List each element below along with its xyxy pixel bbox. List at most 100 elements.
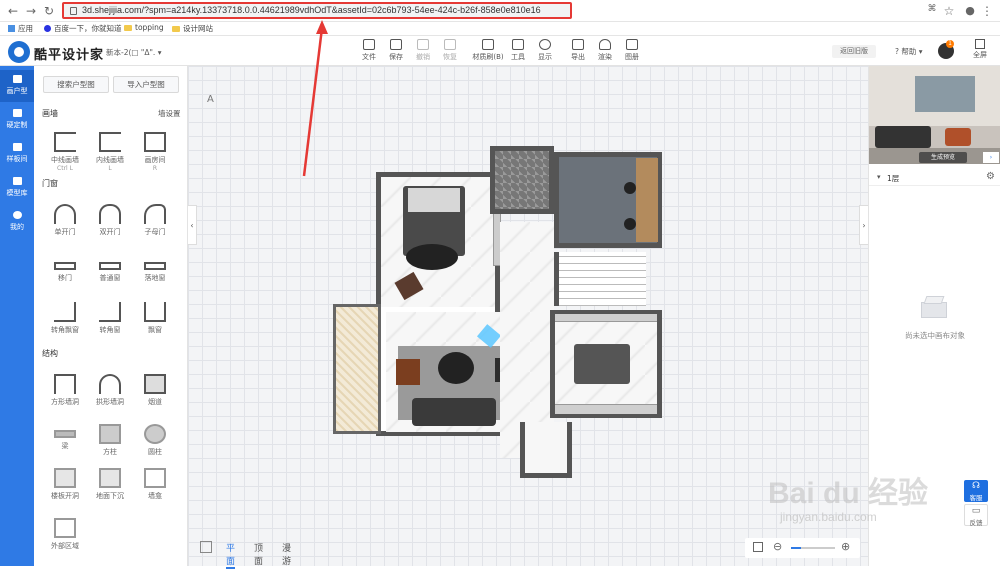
bay-window-tool[interactable]: 飘窗	[135, 302, 175, 335]
floor-selector[interactable]: ▾ 1层 ⚙	[869, 170, 1000, 186]
arch-opening-tool[interactable]: 拱形墙洞	[90, 374, 130, 407]
double-door-icon	[99, 204, 121, 224]
bookmark-topping[interactable]: topping	[124, 23, 164, 32]
rail-item-showroom[interactable]: 样板间	[0, 138, 34, 170]
draw-room-tool[interactable]: 画房间 R	[135, 132, 175, 172]
render-button[interactable]: 渲染	[592, 39, 618, 62]
square-column-tool[interactable]: 方柱	[90, 424, 130, 457]
entrance[interactable]	[520, 422, 572, 478]
chevron-down-icon: ▾	[157, 48, 162, 57]
staircase[interactable]	[554, 252, 646, 306]
floor-sink-tool[interactable]: 地面下沉	[90, 468, 130, 501]
logo-icon	[8, 41, 30, 63]
bookmark-star-icon[interactable]: ☆	[942, 4, 956, 18]
single-door-tool[interactable]: 单开门	[45, 204, 85, 237]
rail-item-mine[interactable]: 我的	[0, 206, 34, 238]
layers-icon[interactable]	[200, 541, 212, 553]
help-icon: ?	[895, 47, 899, 56]
watermark-url: jingyan.baidu.com	[780, 510, 877, 524]
document-title[interactable]: 新本-2(□ "Δ". ▾	[106, 47, 161, 58]
balcony[interactable]	[333, 304, 381, 434]
album-button[interactable]: 图册	[619, 39, 645, 62]
collapse-left-panel-button[interactable]: ‹	[188, 205, 197, 245]
design-canvas[interactable]	[188, 66, 868, 566]
gear-icon[interactable]: ⚙	[986, 171, 995, 182]
floor-opening-icon	[54, 468, 76, 488]
teapot-icon	[599, 39, 611, 50]
translate-icon[interactable]: ⌘	[925, 4, 939, 14]
zoom-in-icon[interactable]: ⊕	[841, 540, 850, 553]
3d-preview[interactable]: 生成预览 ›	[869, 66, 1000, 164]
floor-window-tool[interactable]: 落地窗	[135, 256, 175, 283]
double-door-tool[interactable]: 双开门	[90, 204, 130, 237]
rail-item-draw-floorplan[interactable]: 画户型	[0, 70, 34, 102]
preview-expand-button[interactable]: ›	[983, 152, 999, 163]
cube-icon	[12, 177, 22, 185]
bathroom[interactable]	[490, 146, 554, 214]
view-mode-walkthrough[interactable]: 漫游	[282, 541, 291, 567]
profile-icon[interactable]: ●	[963, 4, 977, 17]
back-to-old-version-button[interactable]: 返回旧版	[832, 45, 876, 58]
office-chair[interactable]	[624, 218, 636, 230]
external-area-tool[interactable]: 外部区域	[45, 518, 85, 551]
material-brush-button[interactable]: 材质刷(B)	[470, 39, 506, 62]
search-floorplan-button[interactable]: 搜索户型图	[43, 76, 109, 93]
sofa[interactable]	[412, 398, 496, 426]
reload-icon[interactable]: ↻	[42, 4, 56, 18]
wrench-icon	[12, 109, 22, 117]
customer-service-button[interactable]: ☊ 客服	[964, 480, 988, 502]
wall-settings-link[interactable]: 墙设置	[158, 108, 181, 119]
app-header: 酷平设计家 新本-2(□ "Δ". ▾ 文件 保存 撤销 恢复 材质刷(B) 工…	[0, 36, 1000, 66]
wall-niche-tool[interactable]: 墙龛	[135, 468, 175, 501]
rail-item-custom[interactable]: 硬定制	[0, 104, 34, 136]
square-column-icon	[99, 424, 121, 444]
redo-button[interactable]: 恢复	[437, 39, 463, 62]
export-button[interactable]: 导出	[565, 39, 591, 62]
url-text: 3d.shejijia.com/?spm=a214ky.13373718.0.0…	[82, 5, 541, 15]
display-button[interactable]: 显示	[532, 39, 558, 62]
collapse-right-panel-button[interactable]: ›	[859, 205, 868, 245]
undo-button[interactable]: 撤销	[410, 39, 436, 62]
fullscreen-button[interactable]: 全屏	[968, 39, 992, 60]
import-floorplan-button[interactable]: 导入户型图	[113, 76, 179, 93]
corner-bay-window-tool[interactable]: 转角飘窗	[45, 302, 85, 335]
view-mode-plan[interactable]: 平面	[226, 541, 236, 569]
view-mode-ceiling[interactable]: 顶面	[254, 541, 263, 567]
office-chair[interactable]	[624, 182, 636, 194]
nav-rail: 画户型 硬定制 样板间 模型库 我的	[0, 66, 34, 566]
square-opening-tool[interactable]: 方形墙洞	[45, 374, 85, 407]
browser-menu-icon[interactable]: ⋮	[980, 4, 994, 18]
bookmark-baidu[interactable]: 百度一下，你就知道	[44, 23, 122, 34]
armchair[interactable]	[396, 359, 420, 385]
centerline-wall-tool[interactable]: 中线画墙 Ctrl L	[45, 132, 85, 172]
flue-tool[interactable]: 烟道	[135, 374, 175, 407]
fit-screen-icon[interactable]	[753, 542, 763, 552]
zoom-out-icon[interactable]: ⊖	[773, 540, 782, 553]
forward-arrow-icon[interactable]: →	[24, 4, 38, 18]
help-menu[interactable]: ? 帮助 ▾	[895, 46, 923, 57]
bed-rug	[406, 244, 458, 270]
desk[interactable]	[636, 158, 658, 242]
innerline-wall-tool[interactable]: 内线画墙 L	[90, 132, 130, 172]
rail-item-model-library[interactable]: 模型库	[0, 172, 34, 204]
dining-table[interactable]	[574, 344, 630, 384]
round-column-tool[interactable]: 圆柱	[135, 424, 175, 457]
feedback-button[interactable]: ▭ 反馈	[964, 504, 988, 527]
tools-button[interactable]: 工具	[505, 39, 531, 62]
beam-tool[interactable]: 梁	[45, 424, 85, 451]
back-arrow-icon[interactable]: ←	[6, 4, 20, 18]
sliding-door-tool[interactable]: 移门	[45, 256, 85, 283]
file-menu-button[interactable]: 文件	[356, 39, 382, 62]
floor-opening-tool[interactable]: 楼板开洞	[45, 468, 85, 501]
save-button[interactable]: 保存	[383, 39, 409, 62]
mother-child-door-tool[interactable]: 子母门	[135, 204, 175, 237]
notification-badge: 1	[946, 40, 954, 48]
bookmark-apps[interactable]: 应用	[8, 23, 33, 34]
baidu-icon	[44, 25, 51, 32]
bookmark-design-sites[interactable]: 设计网站	[172, 23, 213, 34]
corner-window-tool[interactable]: 转角窗	[90, 302, 130, 335]
preview-label[interactable]: 生成预览	[919, 152, 967, 163]
coffee-table[interactable]	[438, 352, 474, 384]
normal-window-tool[interactable]: 普通窗	[90, 256, 130, 283]
address-bar[interactable]: 3d.shejijia.com/?spm=a214ky.13373718.0.0…	[62, 2, 572, 19]
